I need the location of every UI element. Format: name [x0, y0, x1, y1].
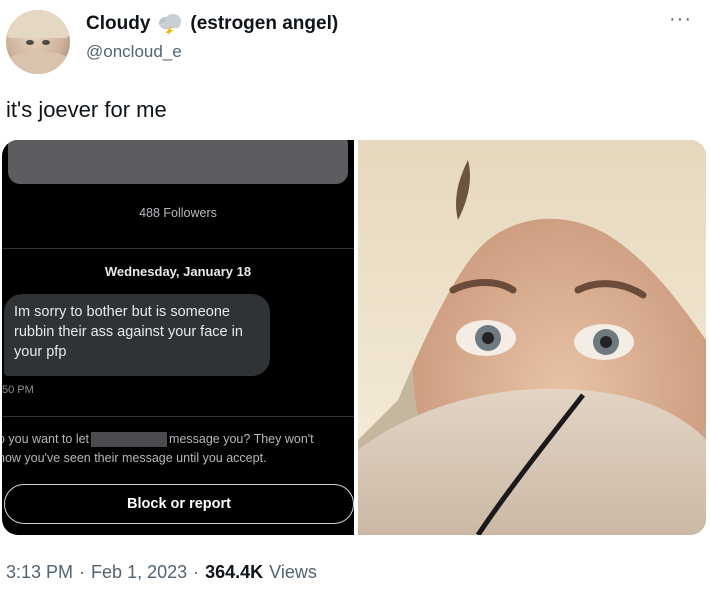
- message-request-notice: o you want to let message you? They won'…: [2, 430, 354, 468]
- storm-cloud-icon: [159, 14, 182, 36]
- more-options-icon[interactable]: ···: [669, 9, 692, 29]
- meta-separator: ·: [193, 562, 200, 582]
- views-label: Views: [269, 562, 317, 582]
- selfie-photo[interactable]: [358, 140, 706, 535]
- avatar-arm: [8, 52, 70, 74]
- author-name-row[interactable]: Cloudy (estrogen angel): [86, 12, 338, 36]
- tweet-date[interactable]: Feb 1, 2023: [91, 562, 187, 583]
- message-bubble: Im sorry to bother but is someone rubbin…: [4, 294, 270, 376]
- message-date: Wednesday, January 18: [104, 264, 252, 279]
- dm-screenshot-image[interactable]: 488 Followers Wednesday, January 18 Im s…: [2, 140, 354, 535]
- avatar-eye-right: [42, 40, 50, 45]
- views-count: 364.4K: [205, 562, 264, 582]
- block-or-report-button: Block or report: [4, 484, 354, 524]
- tweet-media[interactable]: 488 Followers Wednesday, January 18 Im s…: [2, 140, 706, 535]
- request-text-part2: message you? They won't: [169, 432, 314, 446]
- author-avatar[interactable]: [6, 10, 70, 74]
- avatar-eye-left: [26, 40, 34, 45]
- tweet-meta: 3:13 PM · Feb 1, 2023 · 364.4K Views: [6, 562, 317, 583]
- profile-card-edge: [8, 140, 348, 184]
- author-display-name[interactable]: Cloudy: [86, 13, 150, 35]
- divider: [2, 416, 354, 417]
- tweet-text: it's joever for me: [6, 97, 167, 122]
- author-name-suffix: (estrogen angel): [190, 13, 339, 34]
- divider: [2, 248, 354, 249]
- tweet-time[interactable]: 3:13 PM: [6, 562, 73, 583]
- request-text-part1: o you want to let: [2, 432, 90, 446]
- meta-separator: ·: [79, 562, 86, 582]
- avatar-hair: [6, 10, 70, 38]
- request-text-line2: now you've seen their message until you …: [2, 451, 267, 465]
- author-handle[interactable]: @oncloud_e: [86, 42, 182, 62]
- followers-count: 488 Followers: [139, 206, 217, 220]
- message-time: 50 PM: [2, 384, 34, 396]
- redacted-username: [91, 432, 168, 447]
- selfie-photo-drawing: [358, 140, 706, 535]
